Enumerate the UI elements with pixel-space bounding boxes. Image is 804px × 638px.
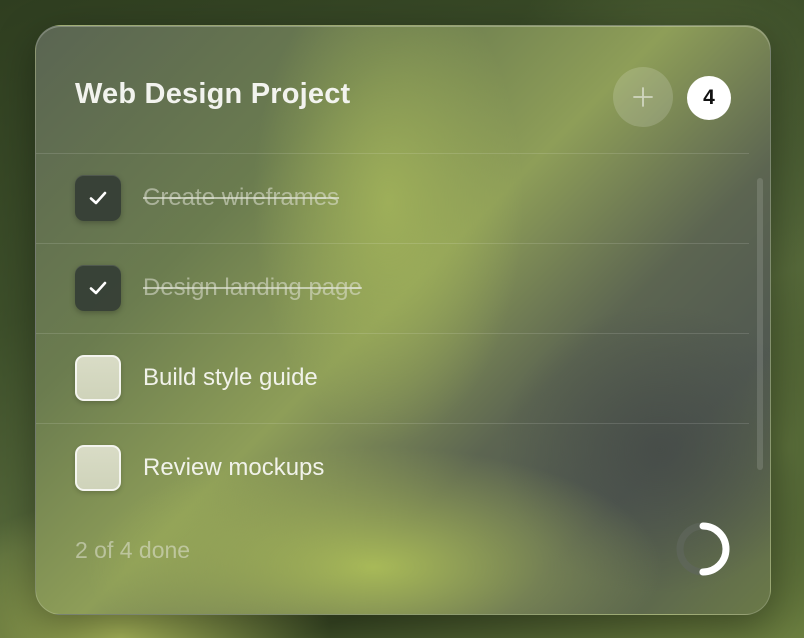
task-checkbox[interactable] (75, 265, 121, 311)
checkmark-icon (89, 191, 107, 205)
task-count-badge: 4 (687, 76, 731, 120)
task-checkbox[interactable] (75, 445, 121, 491)
project-title: Web Design Project (75, 78, 351, 110)
add-task-button[interactable] (613, 67, 673, 127)
task-label: Create wireframes (143, 184, 340, 211)
scrollbar[interactable] (757, 178, 763, 470)
task-row: Create wireframes (36, 153, 749, 243)
progress-ring (676, 522, 730, 576)
task-row: Design landing page (36, 243, 749, 333)
task-label: Build style guide (143, 364, 318, 391)
checkmark-icon (89, 281, 107, 295)
progress-summary: 2 of 4 done (75, 537, 191, 563)
task-checkbox[interactable] (75, 355, 121, 401)
task-list: Create wireframes Design landing page Bu… (36, 153, 749, 513)
task-row: Review mockups (36, 423, 749, 513)
task-row: Build style guide (36, 333, 749, 423)
task-label: Review mockups (143, 454, 325, 481)
project-card: Web Design Project 4 Create wireframes D… (35, 25, 771, 615)
task-checkbox[interactable] (75, 175, 121, 221)
plus-icon (633, 87, 653, 107)
task-label: Design landing page (143, 274, 362, 301)
